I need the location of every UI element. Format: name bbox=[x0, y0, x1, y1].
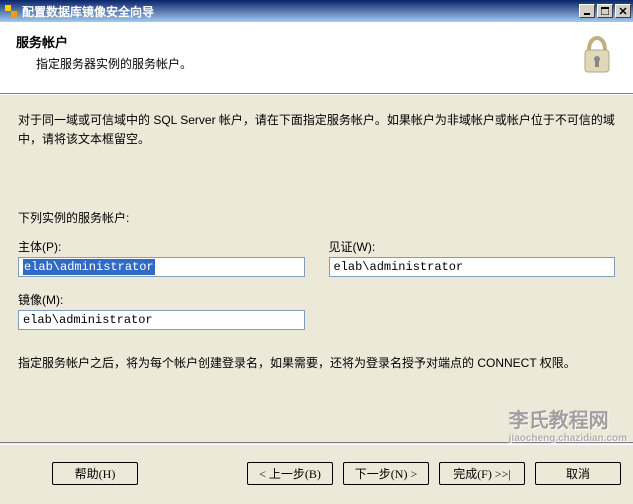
intro-text: 对于同一域或可信域中的 SQL Server 帐户，请在下面指定服务帐户。如果帐… bbox=[18, 95, 615, 149]
next-button[interactable]: 下一步(N) > bbox=[343, 462, 429, 485]
mirror-label: 镜像(M): bbox=[18, 291, 305, 308]
wizard-header: 服务帐户 指定服务器实例的服务帐户。 bbox=[0, 22, 633, 94]
app-icon bbox=[4, 4, 18, 18]
button-bar: 帮助(H) < 上一步(B) 下一步(N) > 完成(F) >>| 取消 bbox=[0, 442, 633, 504]
back-button[interactable]: < 上一步(B) bbox=[247, 462, 333, 485]
principal-input[interactable]: elab\administrator bbox=[18, 257, 305, 277]
page-title: 服务帐户 bbox=[16, 32, 577, 51]
cancel-button[interactable]: 取消 bbox=[535, 462, 621, 485]
lock-icon bbox=[577, 32, 617, 80]
section-label: 下列实例的服务帐户: bbox=[18, 209, 615, 226]
mirror-input[interactable] bbox=[18, 310, 305, 330]
titlebar: 配置数据库镜像安全向导 bbox=[0, 0, 633, 22]
principal-label: 主体(P): bbox=[18, 238, 305, 255]
content-area: 对于同一域或可信域中的 SQL Server 帐户，请在下面指定服务帐户。如果帐… bbox=[0, 95, 633, 443]
window-title: 配置数据库镜像安全向导 bbox=[22, 3, 579, 20]
close-button[interactable] bbox=[615, 4, 631, 18]
page-subtitle: 指定服务器实例的服务帐户。 bbox=[16, 55, 577, 72]
witness-input[interactable] bbox=[329, 257, 616, 277]
maximize-button[interactable] bbox=[597, 4, 613, 18]
hint-text: 指定服务帐户之后，将为每个帐户创建登录名，如果需要，还将为登录名授予对端点的 C… bbox=[18, 354, 615, 371]
help-button[interactable]: 帮助(H) bbox=[52, 462, 138, 485]
minimize-button[interactable] bbox=[579, 4, 595, 18]
witness-label: 见证(W): bbox=[329, 238, 616, 255]
finish-button[interactable]: 完成(F) >>| bbox=[439, 462, 525, 485]
